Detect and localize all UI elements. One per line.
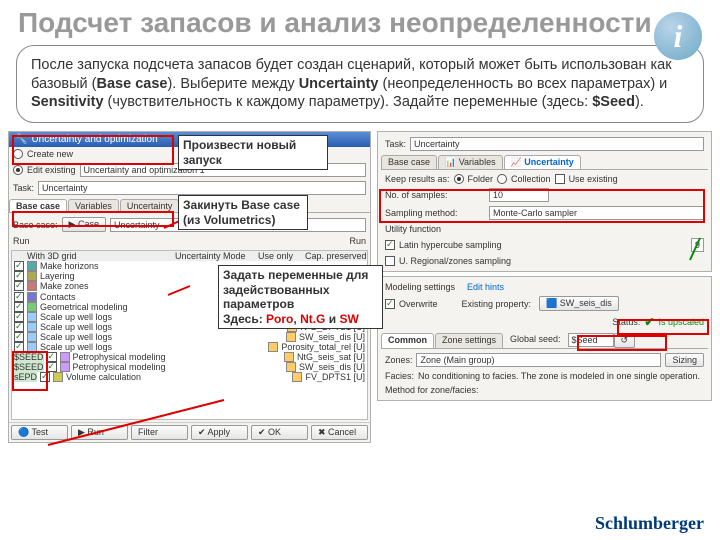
filter-button[interactable]: Filter <box>131 425 188 440</box>
right-top-panel: Task: Uncertainty Base case 📊 Variables … <box>377 131 712 272</box>
sampler-select[interactable]: Monte-Carlo sampler <box>489 206 704 220</box>
info-icon: i <box>654 12 702 60</box>
run-button[interactable]: ▶ Run <box>71 425 128 440</box>
tab-uncertainty-left[interactable]: Uncertainty <box>120 199 180 212</box>
check-overwrite[interactable] <box>385 299 395 309</box>
tab-zone-settings[interactable]: Zone settings <box>435 333 503 348</box>
seed-refresh-button[interactable]: ↺ <box>614 333 636 348</box>
existing-prop-btn[interactable]: 🟦 SW_seis_dis <box>539 296 619 311</box>
edit-hints-link[interactable]: Edit hints <box>467 282 504 292</box>
task-select-right[interactable]: Uncertainty <box>410 137 704 151</box>
radio-folder[interactable] <box>454 174 464 184</box>
label-global-seed: Global seed: <box>504 333 567 348</box>
footer-buttons: 🔵 Test ▶ Run Filter ✔ Apply ✔ OK ✖ Cance… <box>9 422 370 442</box>
tab-common[interactable]: Common <box>381 333 434 348</box>
check-use-existing[interactable] <box>555 174 565 184</box>
check-regional[interactable] <box>385 256 395 266</box>
tab-variables-left[interactable]: Variables <box>68 199 119 212</box>
test-button[interactable]: 🔵 Test <box>11 425 68 440</box>
status-upscaled: Is upscaled <box>658 317 704 327</box>
case-drop-button[interactable]: ▶ Case <box>62 217 106 232</box>
apply-button[interactable]: ✔ Apply <box>191 425 248 440</box>
tabs-right: Base case 📊 Variables 📈 Uncertainty <box>381 155 708 170</box>
status-check-icon: ✔ <box>644 315 654 329</box>
zones-select[interactable]: Zone (Main group) <box>416 353 661 367</box>
global-seed-input[interactable]: $Seed <box>568 333 614 347</box>
wrench-icon: 🔧 <box>15 134 27 145</box>
tab-basecase-left[interactable]: Base case <box>9 199 67 212</box>
tab-uncertainty-r[interactable]: 📈 Uncertainty <box>504 155 581 169</box>
callout-new-run: Произвести новый запуск <box>178 135 328 170</box>
schlumberger-logo: Schlumberger <box>595 513 704 534</box>
samples-input[interactable]: 10 <box>489 188 549 202</box>
task-select-left[interactable]: Uncertainty <box>38 181 366 195</box>
slide-title: Подсчет запасов и анализ неопределенност… <box>0 0 720 41</box>
callout-basecase: Закинуть Base case (из Volumetrics) <box>178 195 308 230</box>
latin-val[interactable]: 9 <box>691 238 704 252</box>
radio-collection[interactable] <box>497 174 507 184</box>
tab-variables-r[interactable]: 📊 Variables <box>438 155 503 169</box>
check-latin[interactable] <box>385 240 395 250</box>
radio-create-new[interactable] <box>13 149 23 159</box>
ok-button[interactable]: ✔ OK <box>251 425 308 440</box>
callout-variables: Задать переменные для задействованных па… <box>218 265 383 329</box>
right-bottom-panel: Modeling settings Edit hints Overwrite E… <box>377 276 712 401</box>
tab-basecase-r[interactable]: Base case <box>381 155 437 169</box>
cancel-button[interactable]: ✖ Cancel <box>311 425 368 440</box>
description-box: После запуска подсчета запасов будет соз… <box>16 45 704 124</box>
sizing-button[interactable]: Sizing <box>665 353 704 367</box>
radio-edit-existing[interactable] <box>13 165 23 175</box>
